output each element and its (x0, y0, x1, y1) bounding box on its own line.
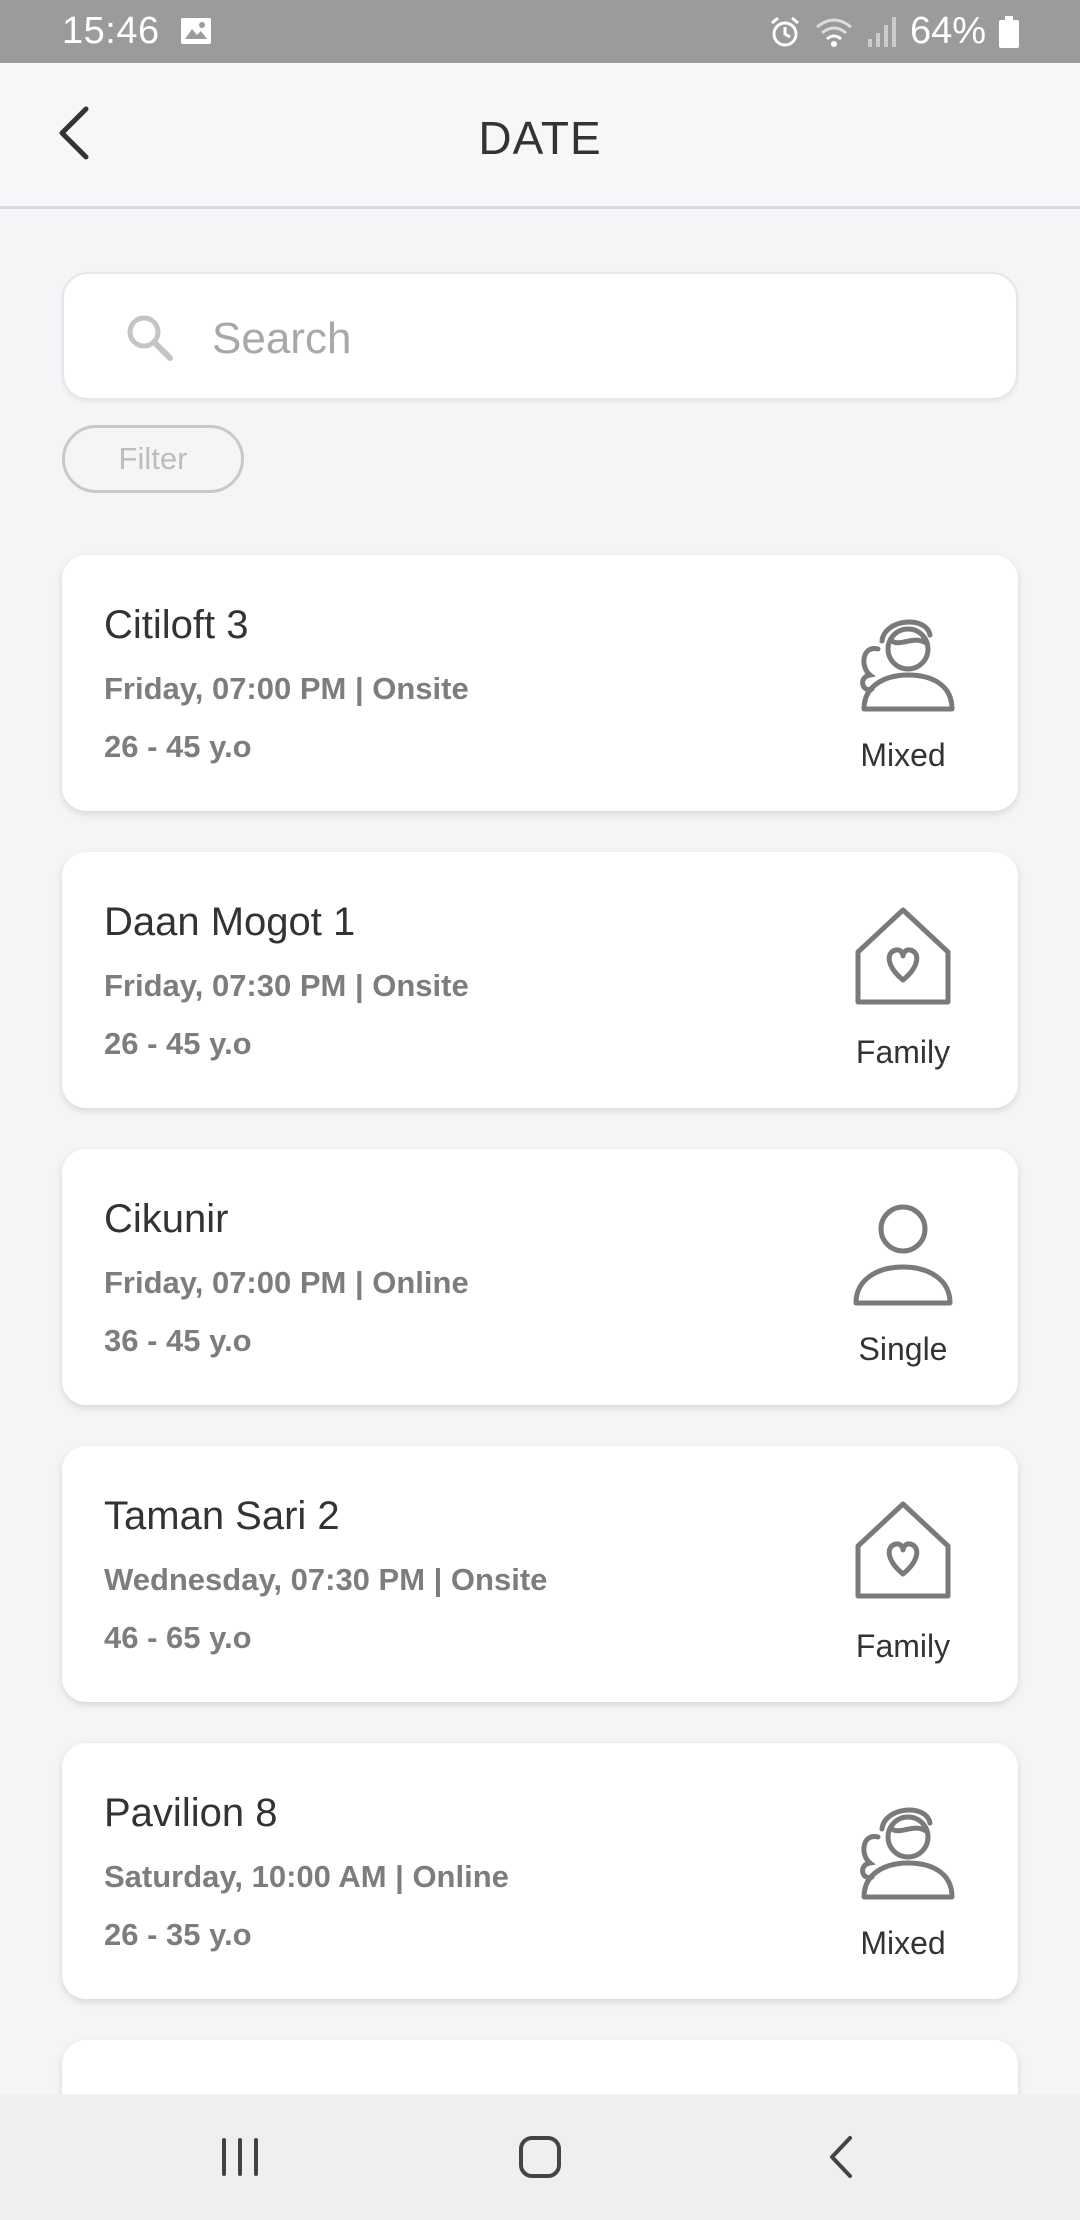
group-type: Family (818, 1496, 988, 1665)
group-list: Citiloft 3 Friday, 07:00 PM | Onsite 26 … (62, 555, 1018, 2201)
list-item[interactable]: Citiloft 3 Friday, 07:00 PM | Onsite 26 … (62, 555, 1018, 811)
app-bar: DATE (0, 63, 1080, 209)
list-item[interactable]: Daan Mogot 1 Friday, 07:30 PM | Onsite 2… (62, 852, 1018, 1108)
group-schedule: Friday, 07:00 PM | Onsite (104, 671, 469, 706)
home-icon[interactable] (510, 2132, 570, 2182)
group-type-label: Mixed (860, 737, 946, 773)
group-type: Mixed (818, 1793, 988, 1962)
group-age-range: 26 - 45 y.o (104, 729, 252, 764)
system-nav-bar (0, 2094, 1080, 2220)
filter-button[interactable]: Filter (62, 425, 244, 493)
group-name: Citiloft 3 (104, 603, 249, 647)
group-type-label: Family (855, 1034, 951, 1070)
wifi-icon (815, 18, 852, 47)
group-age-range: 26 - 45 y.o (104, 1026, 252, 1061)
group-name: Daan Mogot 1 (104, 900, 356, 944)
group-type: Single (818, 1199, 988, 1368)
group-schedule: Saturday, 10:00 AM | Online (104, 1859, 509, 1894)
group-type-label: Mixed (860, 1925, 946, 1961)
search-input[interactable]: Search (62, 272, 1018, 400)
back-icon[interactable] (812, 2132, 872, 2182)
battery-icon (999, 15, 1019, 48)
recent-apps-icon[interactable] (210, 2132, 270, 2182)
mixed-icon (860, 1807, 955, 1900)
signal-icon (867, 16, 896, 47)
group-type: Family (818, 902, 988, 1071)
group-name: Taman Sari 2 (104, 1494, 340, 1538)
group-name: Pavilion 8 (104, 1791, 278, 1835)
list-item[interactable]: Cikunir Friday, 07:00 PM | Online 36 - 4… (62, 1149, 1018, 1405)
image-icon (181, 18, 211, 44)
group-type-label: Family (855, 1628, 951, 1664)
page-title: DATE (478, 112, 602, 164)
search-icon (127, 315, 173, 361)
group-type: Mixed (818, 605, 988, 774)
group-age-range: 26 - 35 y.o (104, 1917, 252, 1952)
status-time: 15:46 (62, 10, 160, 52)
group-age-range: 46 - 65 y.o (104, 1620, 252, 1655)
group-age-range: 36 - 45 y.o (104, 1323, 252, 1358)
group-schedule: Wednesday, 07:30 PM | Onsite (104, 1562, 548, 1597)
family-icon (855, 907, 951, 1005)
group-schedule: Friday, 07:00 PM | Online (104, 1265, 469, 1300)
group-type-label: Single (858, 1331, 948, 1367)
single-icon (853, 1204, 953, 1306)
status-bar: 15:46 64% (0, 0, 1080, 63)
search-placeholder: Search (212, 314, 352, 363)
list-item[interactable]: Taman Sari 2 Wednesday, 07:30 PM | Onsit… (62, 1446, 1018, 1702)
mixed-icon (860, 619, 955, 712)
group-name: Cikunir (104, 1197, 229, 1241)
group-schedule: Friday, 07:30 PM | Onsite (104, 968, 469, 1003)
list-item[interactable]: Pavilion 8 Saturday, 10:00 AM | Online 2… (62, 1743, 1018, 1999)
alarm-icon (770, 16, 799, 46)
battery-percent: 64% (909, 10, 986, 52)
family-icon (855, 1501, 951, 1599)
